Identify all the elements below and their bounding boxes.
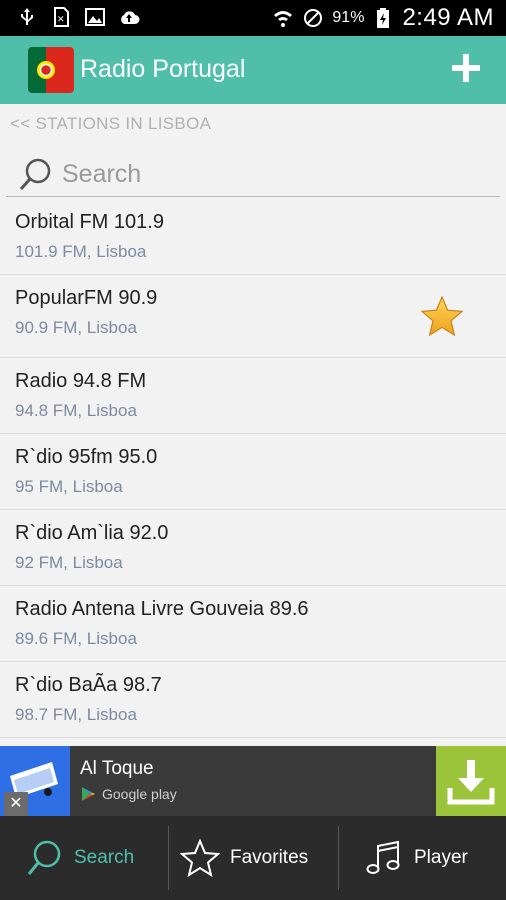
- ad-banner[interactable]: ✕ Al Toque Google play: [0, 746, 506, 816]
- nav-favorites-tab[interactable]: Favorites: [180, 816, 308, 900]
- cloud-upload-icon: [121, 11, 140, 24]
- station-detail: 90.9 FM, Lisboa: [15, 318, 137, 337]
- image-icon: [85, 8, 105, 26]
- battery-charging-icon: [377, 8, 390, 28]
- station-row[interactable]: Radio 94.8 FM 94.8 FM, Lisboa: [0, 358, 506, 434]
- sim-icon: ✕: [54, 7, 69, 27]
- usb-icon: [21, 8, 33, 25]
- favorite-star-icon[interactable]: [420, 295, 464, 339]
- music-note-icon: [366, 840, 400, 874]
- station-name: Radio 94.8 FM: [15, 370, 147, 392]
- google-play-icon: [82, 787, 95, 801]
- nav-search-tab[interactable]: Search: [26, 816, 134, 900]
- station-detail: 98.7 FM, Lisboa: [15, 705, 137, 724]
- station-name: PopularFM 90.9: [15, 287, 158, 309]
- status-bar: ✕ 91% 2:49 AM: [0, 0, 506, 36]
- nav-divider: [168, 826, 169, 890]
- station-name: R`dio Am`lia 92.0: [15, 522, 169, 544]
- app-bar: Radio Portugal: [0, 36, 506, 104]
- station-row[interactable]: Radio Antena Livre Gouveia 89.6 89.6 FM,…: [0, 586, 506, 662]
- google-play-badge: Google play: [80, 786, 177, 802]
- station-row[interactable]: PopularFM 90.9 90.9 FM, Lisboa: [0, 275, 506, 358]
- search-icon: [19, 158, 51, 191]
- google-play-label: Google play: [102, 786, 177, 802]
- download-icon: [447, 760, 495, 805]
- station-row[interactable]: R`dio BaÃa 98.7 98.7 FM, Lisboa: [0, 662, 506, 738]
- bottom-navigation: Search Favorites Player: [0, 816, 506, 900]
- nav-player-tab[interactable]: Player: [364, 816, 468, 900]
- station-name: R`dio BaÃa 98.7: [15, 674, 162, 696]
- portugal-flag-icon: [28, 47, 74, 93]
- svg-text:✕: ✕: [57, 15, 65, 25]
- ad-close-button[interactable]: ✕: [4, 792, 28, 816]
- search-icon: [27, 840, 61, 875]
- star-outline-icon: [180, 838, 220, 878]
- search-bar: [6, 148, 500, 197]
- station-detail: 92 FM, Lisboa: [15, 553, 123, 572]
- station-row[interactable]: R`dio 95fm 95.0 95 FM, Lisboa: [0, 434, 506, 510]
- nav-divider: [338, 826, 339, 890]
- station-name: R`dio 95fm 95.0: [15, 446, 158, 468]
- station-name: Orbital FM 101.9: [15, 211, 164, 233]
- ad-download-button[interactable]: [436, 746, 506, 816]
- app-title: Radio Portugal: [80, 55, 246, 83]
- station-list: Orbital FM 101.9 101.9 FM, Lisboa Popula…: [0, 199, 506, 738]
- clock: 2:49 AM: [402, 4, 494, 31]
- station-detail: 95 FM, Lisboa: [15, 477, 123, 496]
- add-icon[interactable]: [448, 50, 484, 86]
- station-row[interactable]: Orbital FM 101.9 101.9 FM, Lisboa: [0, 199, 506, 275]
- do-not-disturb-icon: [304, 9, 323, 27]
- station-name: Radio Antena Livre Gouveia 89.6: [15, 598, 309, 620]
- battery-percent: 91%: [332, 9, 365, 26]
- search-input[interactable]: [60, 154, 484, 194]
- ad-app-name: Al Toque: [80, 758, 154, 779]
- nav-player-label: Player: [414, 847, 468, 868]
- station-row[interactable]: R`dio Am`lia 92.0 92 FM, Lisboa: [0, 510, 506, 586]
- notification-icons: ✕: [16, 6, 140, 28]
- nav-favorites-label: Favorites: [230, 847, 309, 868]
- system-status: 91% 2:49 AM: [272, 4, 494, 32]
- station-detail: 89.6 FM, Lisboa: [15, 629, 137, 648]
- station-detail: 101.9 FM, Lisboa: [15, 242, 147, 261]
- wifi-icon: [274, 11, 293, 27]
- nav-search-label: Search: [74, 847, 135, 868]
- breadcrumb-back-link[interactable]: << STATIONS IN LISBOA: [10, 114, 211, 134]
- station-detail: 94.8 FM, Lisboa: [15, 401, 137, 420]
